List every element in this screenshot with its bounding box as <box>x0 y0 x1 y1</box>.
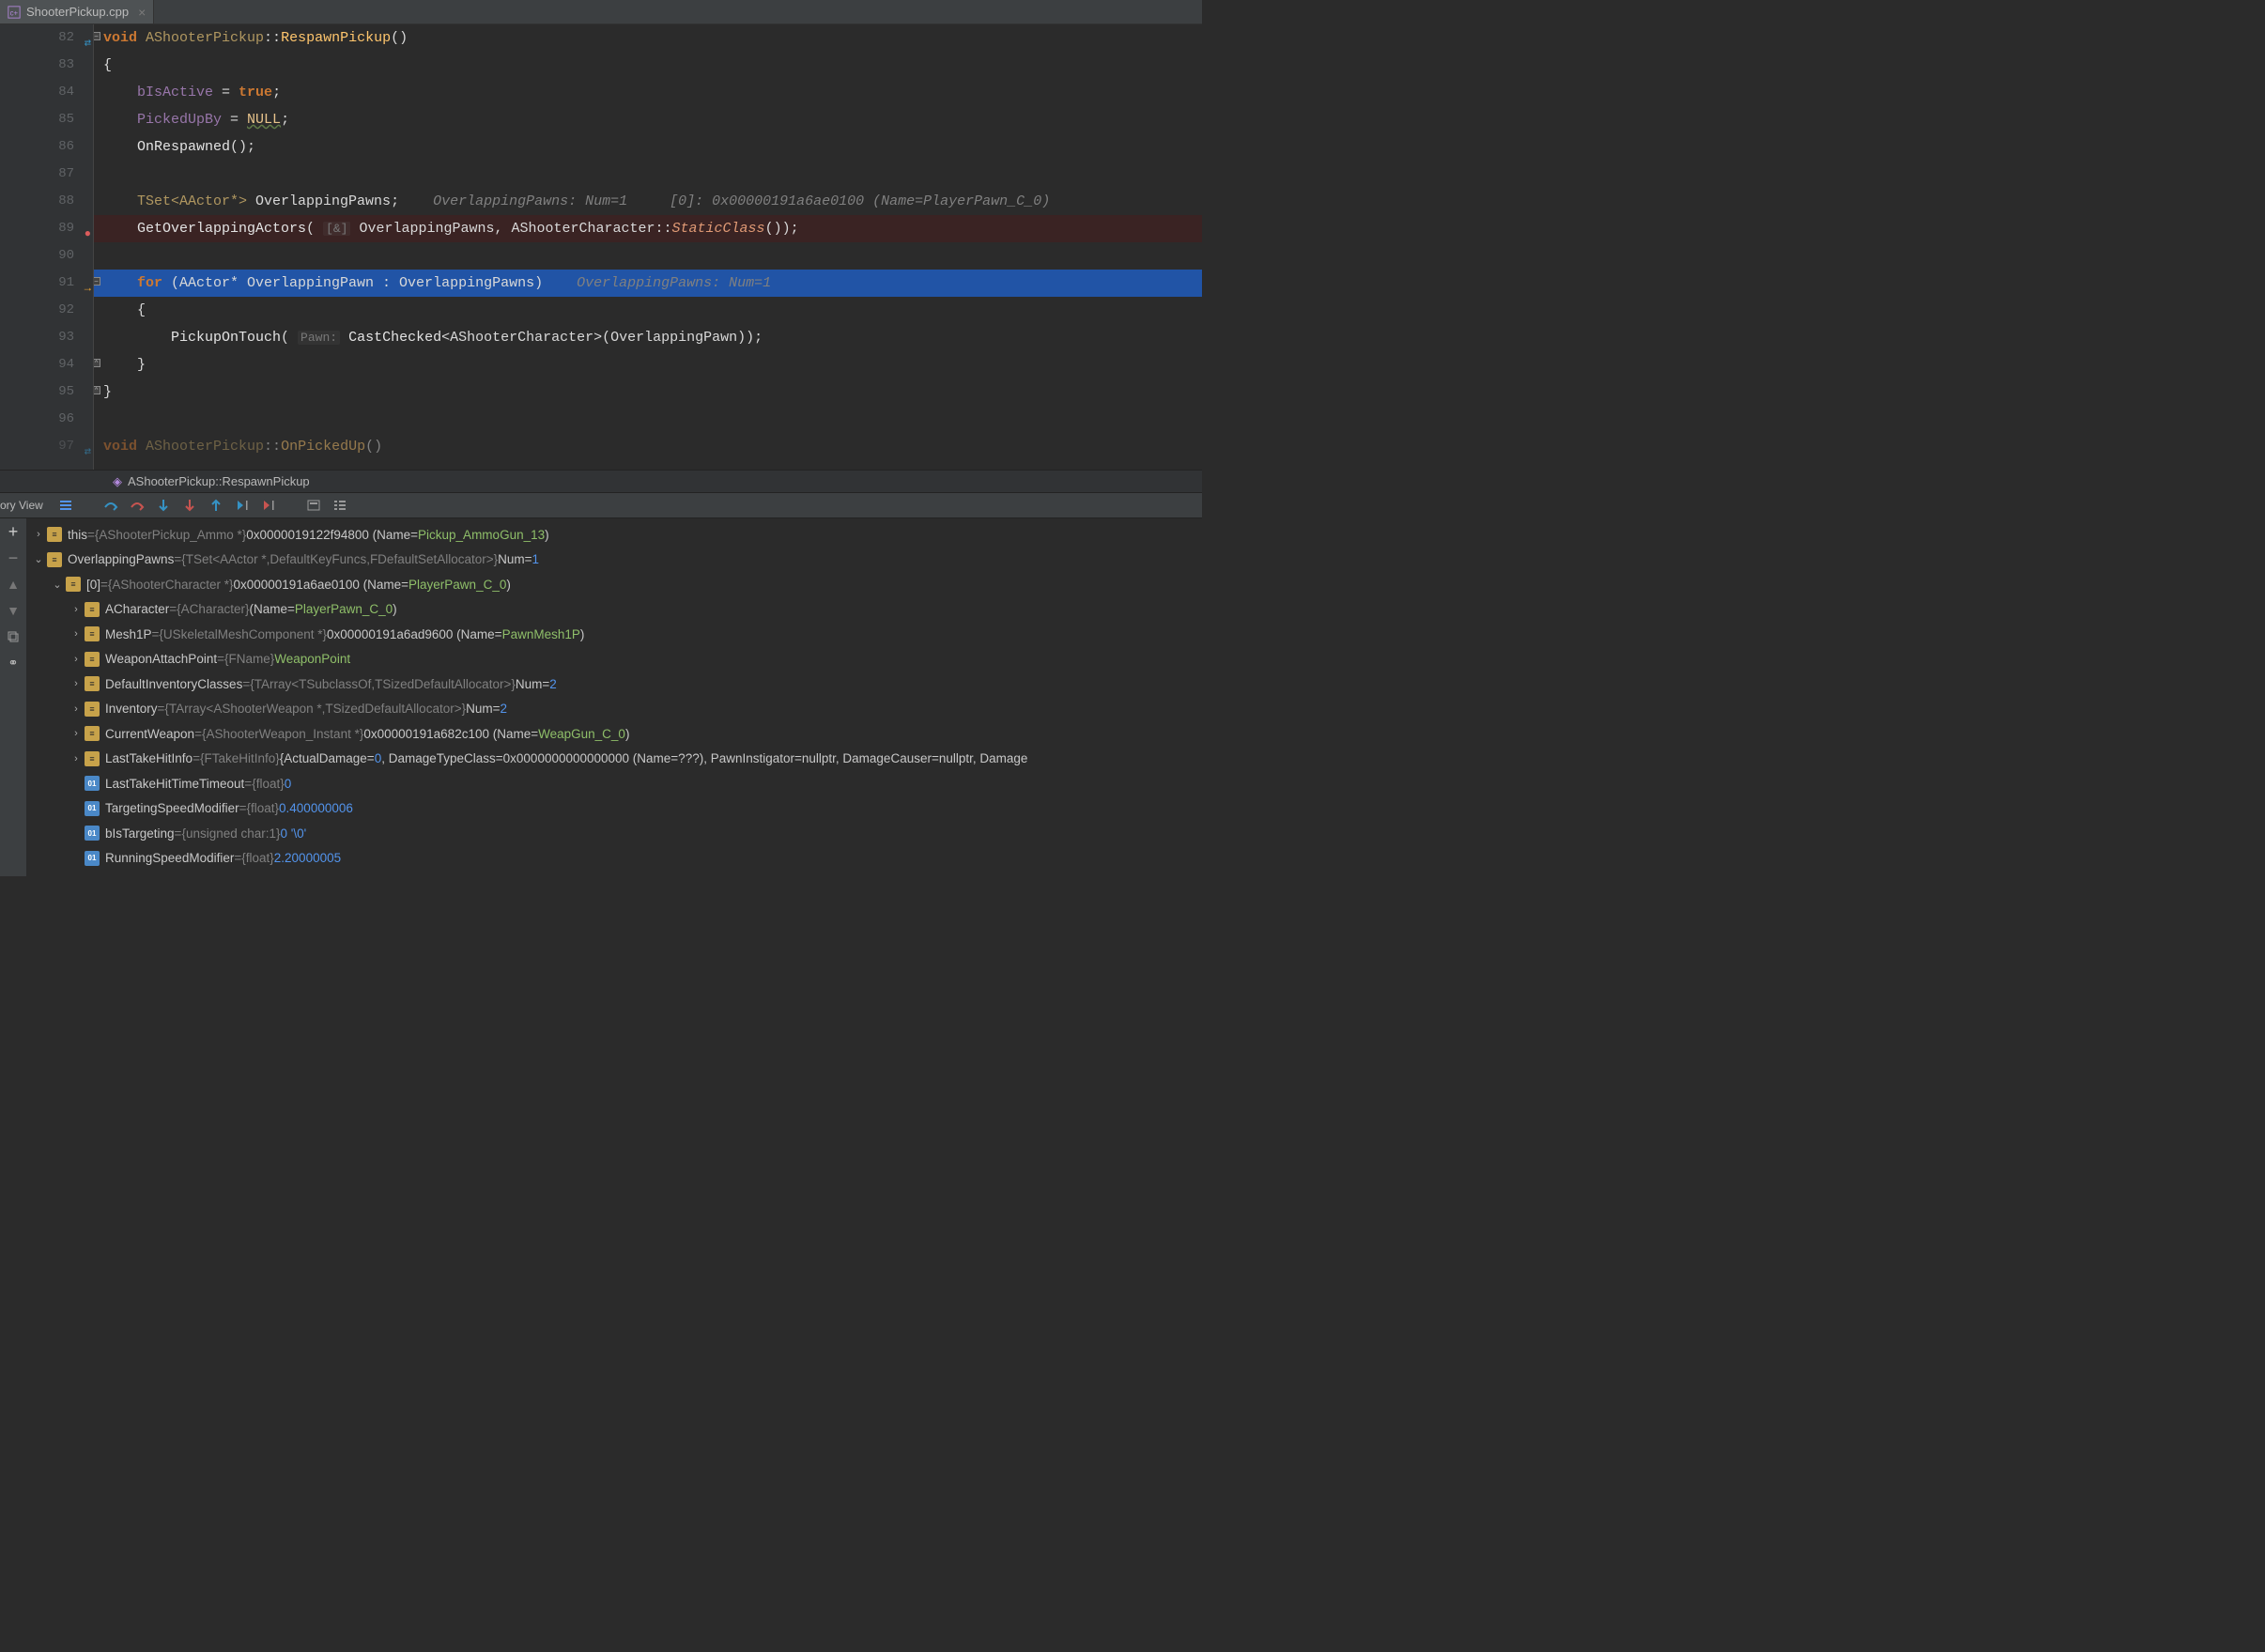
step-over-icon[interactable] <box>98 494 124 517</box>
sync-gutter-icon: ⇄ <box>85 30 91 57</box>
struct-icon: ≡ <box>85 702 100 717</box>
variable-row[interactable]: ›≡ACharacter = {ACharacter} (Name=Player… <box>32 597 1202 623</box>
evaluate-expression-icon[interactable] <box>300 494 327 517</box>
struct-icon: ≡ <box>47 552 62 567</box>
expand-icon[interactable]: › <box>69 604 83 615</box>
expand-icon[interactable]: › <box>69 628 83 640</box>
primitive-icon: 01 <box>85 776 100 791</box>
variable-row[interactable]: ›≡Mesh1P = {USkeletalMeshComponent *} 0x… <box>32 622 1202 647</box>
gutter: 82⇄ 83 84 85 86 87 88 89● 90 91→ 92 93 9… <box>0 24 94 470</box>
variable-row[interactable]: ›≡DefaultInventoryClasses = {TArray<TSub… <box>32 672 1202 697</box>
expand-icon[interactable]: › <box>69 728 83 739</box>
file-tab[interactable]: c+ ShooterPickup.cpp × <box>0 0 154 23</box>
variables-tree[interactable]: ›≡this = {AShooterPickup_Ammo *} 0x00000… <box>26 518 1202 876</box>
expand-icon[interactable]: › <box>69 753 83 764</box>
variable-row[interactable]: 01TargetingSpeedModifier = {float} 0.400… <box>32 796 1202 822</box>
breakpoint-icon[interactable]: ● <box>85 221 91 248</box>
variable-row[interactable]: ›≡LastTakeHitInfo = {FTakeHitInfo} {Actu… <box>32 747 1202 772</box>
variable-row[interactable]: ›≡WeaponAttachPoint = {FName} WeaponPoin… <box>32 647 1202 672</box>
up-icon[interactable]: ▲ <box>4 575 23 594</box>
down-icon[interactable]: ▼ <box>4 601 23 620</box>
variable-row[interactable]: ›≡this = {AShooterPickup_Ammo *} 0x00000… <box>32 522 1202 548</box>
fold-end-icon[interactable]: ⌃ <box>94 386 100 394</box>
link-icon[interactable]: ⚭ <box>4 654 23 672</box>
fold-end-icon[interactable]: ⌃ <box>94 359 100 367</box>
expand-icon[interactable]: › <box>69 654 83 665</box>
primitive-icon: 01 <box>85 851 100 866</box>
collapse-icon[interactable]: ⌄ <box>51 579 64 591</box>
tab-bar: c+ ShooterPickup.cpp × <box>0 0 1202 24</box>
copy-icon[interactable] <box>4 627 23 646</box>
primitive-icon: 01 <box>85 826 100 841</box>
tab-filename: ShooterPickup.cpp <box>26 5 129 19</box>
collapse-icon[interactable]: ⌄ <box>32 553 45 565</box>
memory-view-label[interactable]: ory View <box>0 499 53 512</box>
struct-icon: ≡ <box>85 726 100 741</box>
sync-gutter-icon: ⇄ <box>85 439 91 466</box>
tree-view-icon[interactable] <box>327 494 353 517</box>
add-watch-icon[interactable]: + <box>4 522 23 541</box>
code-editor[interactable]: 82⇄ 83 84 85 86 87 88 89● 90 91→ 92 93 9… <box>0 24 1202 470</box>
expand-icon[interactable]: › <box>69 703 83 715</box>
stack-icon[interactable] <box>53 494 79 517</box>
variable-row[interactable]: ⌄≡OverlappingPawns = {TSet<AActor *,Defa… <box>32 548 1202 573</box>
breadcrumb-text: AShooterPickup::RespawnPickup <box>128 474 310 488</box>
fold-icon[interactable]: − <box>94 32 100 40</box>
function-icon: ◈ <box>113 474 122 489</box>
run-to-cursor-icon[interactable] <box>229 494 255 517</box>
debug-toolbar: ory View <box>0 492 1202 518</box>
fold-icon[interactable]: − <box>94 277 100 286</box>
struct-icon: ≡ <box>85 602 100 617</box>
variable-row[interactable]: ›≡Inventory = {TArray<AShooterWeapon *,T… <box>32 697 1202 722</box>
force-step-over-icon[interactable] <box>124 494 150 517</box>
struct-icon: ≡ <box>85 676 100 691</box>
force-step-into-icon[interactable] <box>177 494 203 517</box>
struct-icon: ≡ <box>47 527 62 542</box>
variable-row[interactable]: ›≡CurrentWeapon = {AShooterWeapon_Instan… <box>32 721 1202 747</box>
expand-icon[interactable]: › <box>69 678 83 689</box>
struct-icon: ≡ <box>85 751 100 766</box>
cpp-file-icon: c+ <box>8 6 21 19</box>
close-icon[interactable]: × <box>138 5 146 20</box>
current-line-arrow-icon: → <box>85 275 91 302</box>
code-content[interactable]: −void AShooterPickup::RespawnPickup() { … <box>94 24 1202 470</box>
step-into-icon[interactable] <box>150 494 177 517</box>
primitive-icon: 01 <box>85 801 100 816</box>
struct-icon: ≡ <box>85 652 100 667</box>
remove-watch-icon[interactable]: − <box>4 548 23 567</box>
struct-icon: ≡ <box>66 577 81 592</box>
expand-icon[interactable]: › <box>32 529 45 540</box>
variable-row[interactable]: 01LastTakeHitTimeTimeout = {float} 0 <box>32 771 1202 796</box>
debug-panel: + − ▲ ▼ ⚭ ›≡this = {AShooterPickup_Ammo … <box>0 518 1202 876</box>
svg-text:c+: c+ <box>10 8 19 17</box>
variable-row[interactable]: 01bIsTargeting = {unsigned char:1} 0 '\0… <box>32 821 1202 846</box>
breadcrumb[interactable]: ◈ AShooterPickup::RespawnPickup <box>0 470 1202 492</box>
variable-row[interactable]: 01RunningSpeedModifier = {float} 2.20000… <box>32 846 1202 872</box>
variable-row[interactable]: ⌄≡[0] = {AShooterCharacter *} 0x00000191… <box>32 572 1202 597</box>
force-run-to-cursor-icon[interactable] <box>255 494 282 517</box>
struct-icon: ≡ <box>85 626 100 641</box>
step-out-icon[interactable] <box>203 494 229 517</box>
debug-sidebar: + − ▲ ▼ ⚭ <box>0 518 26 876</box>
